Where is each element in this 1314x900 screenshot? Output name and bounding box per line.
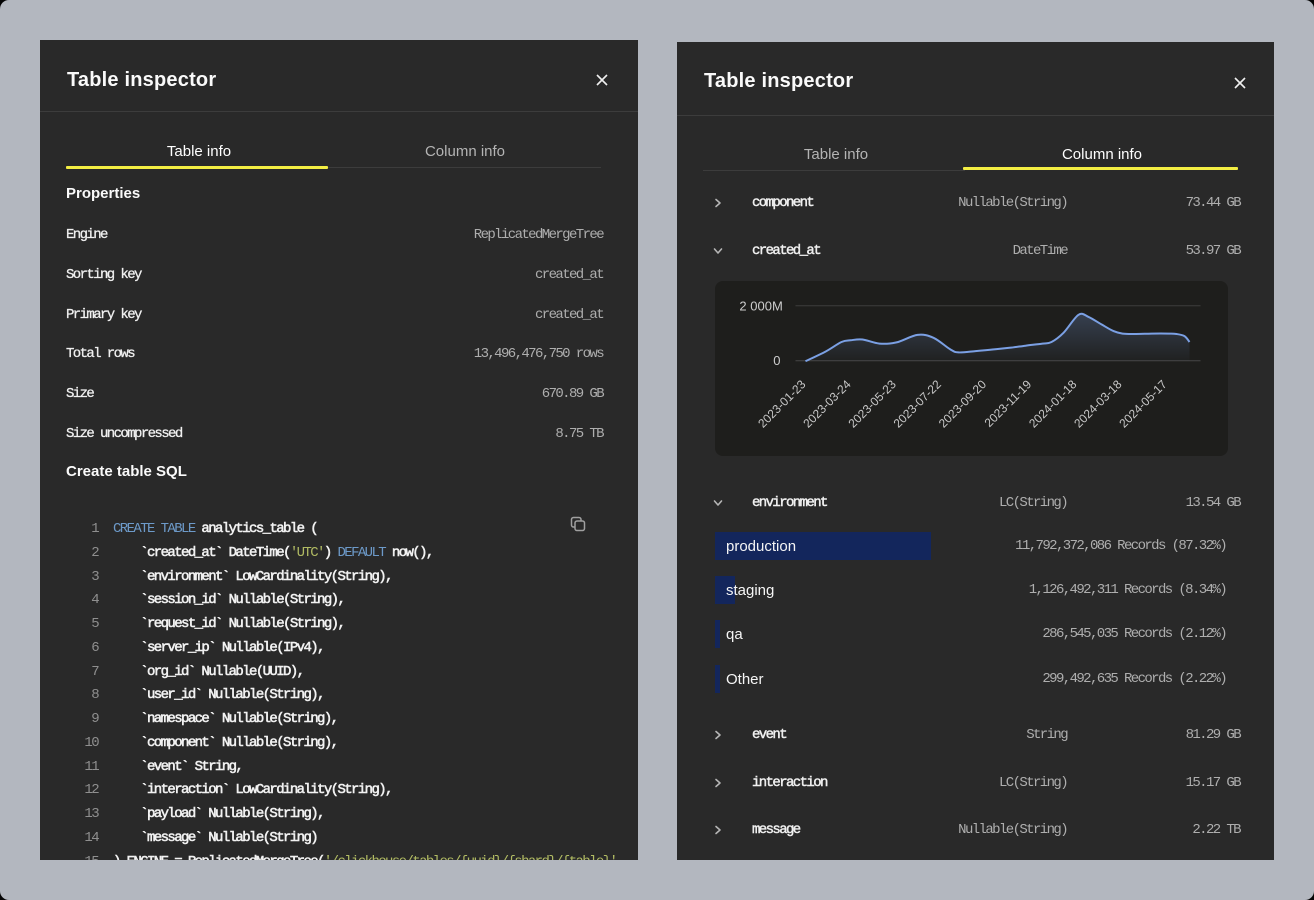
svg-text:2023-07-22: 2023-07-22: [891, 377, 945, 431]
svg-text:2023-01-23: 2023-01-23: [755, 377, 809, 431]
svg-text:2024-01-18: 2024-01-18: [1026, 377, 1080, 431]
svg-text:2023-05-23: 2023-05-23: [846, 377, 900, 431]
svg-text:2 000M: 2 000M: [739, 299, 782, 314]
svg-text:2024-05-17: 2024-05-17: [1116, 377, 1170, 431]
svg-text:2023-09-20: 2023-09-20: [936, 377, 990, 431]
svg-text:2024-03-18: 2024-03-18: [1071, 377, 1125, 431]
svg-text:0: 0: [773, 353, 780, 368]
svg-text:2023-03-24: 2023-03-24: [800, 377, 854, 431]
